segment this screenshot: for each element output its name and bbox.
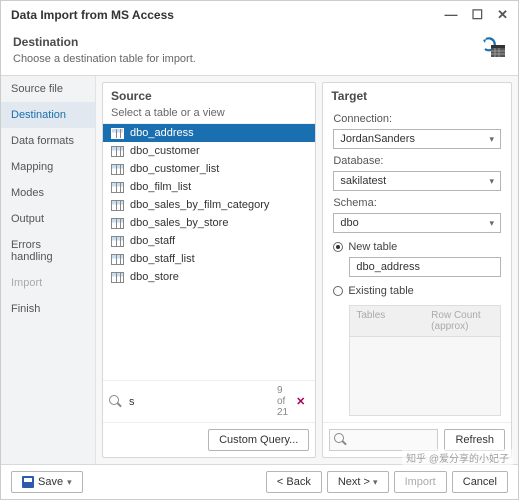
new-table-radio[interactable]: New table <box>333 241 501 253</box>
search-icon <box>334 433 348 447</box>
list-item-label: dbo_film_list <box>130 181 191 193</box>
chevron-down-icon: ▾ <box>489 134 494 145</box>
list-item[interactable]: dbo_sales_by_store <box>103 214 315 232</box>
list-item-label: dbo_store <box>130 271 179 283</box>
table-icon <box>111 182 124 193</box>
table-icon <box>111 218 124 229</box>
connection-value: JordanSanders <box>340 133 415 145</box>
connection-label: Connection: <box>333 113 501 125</box>
source-search-row: 9 of 21 ✕ <box>103 381 315 422</box>
source-panel: Source Select a table or a view dbo_addr… <box>102 82 316 458</box>
list-item[interactable]: dbo_store <box>103 268 315 286</box>
schema-combo[interactable]: dbo ▾ <box>333 213 501 233</box>
save-label: Save <box>38 476 63 488</box>
list-item-label: dbo_staff_list <box>130 253 195 265</box>
list-item[interactable]: dbo_film_list <box>103 178 315 196</box>
target-panel: Target Connection: JordanSanders ▾ Datab… <box>322 82 512 458</box>
table-icon <box>111 236 124 247</box>
source-title: Source <box>103 83 315 105</box>
database-label: Database: <box>333 155 501 167</box>
table-icon <box>111 272 124 283</box>
sidebar-item-destination[interactable]: Destination <box>1 102 95 128</box>
target-body: Connection: JordanSanders ▾ Database: sa… <box>323 105 511 422</box>
grid-col-rowcount: Row Count (approx) <box>425 306 500 336</box>
target-title: Target <box>323 83 511 105</box>
source-list[interactable]: dbo_address dbo_customer dbo_customer_list… <box>103 123 315 380</box>
list-item[interactable]: dbo_staff <box>103 232 315 250</box>
close-icon[interactable]: ✕ <box>497 7 508 23</box>
clear-search-icon[interactable]: ✕ <box>292 395 309 408</box>
sidebar-item-data-formats[interactable]: Data formats <box>1 128 95 154</box>
save-button[interactable]: Save <box>11 471 83 493</box>
database-value: sakilatest <box>340 175 386 187</box>
list-item[interactable]: dbo_staff_list <box>103 250 315 268</box>
table-icon <box>111 200 124 211</box>
wizard-steps-sidebar: Source fileDestinationData formatsMappin… <box>1 76 96 464</box>
maximize-icon[interactable]: ☐ <box>471 7 483 23</box>
new-table-label: New table <box>348 241 397 253</box>
source-footer: 9 of 21 ✕ Custom Query... <box>103 380 315 457</box>
existing-table-radio[interactable]: Existing table <box>333 285 501 297</box>
search-icon <box>109 395 123 409</box>
table-icon <box>111 164 124 175</box>
existing-table-grid: Tables Row Count (approx) <box>349 305 501 416</box>
custom-query-button[interactable]: Custom Query... <box>208 429 309 451</box>
list-item-label: dbo_customer <box>130 145 200 157</box>
chevron-down-icon: ▾ <box>489 218 494 229</box>
import-button[interactable]: Import <box>394 471 447 493</box>
window-title: Data Import from MS Access <box>11 8 174 22</box>
source-search-count: 9 of 21 <box>277 385 288 418</box>
radio-icon <box>333 286 343 296</box>
sidebar-item-finish[interactable]: Finish <box>1 296 95 322</box>
list-item[interactable]: dbo_customer_list <box>103 160 315 178</box>
source-search-input[interactable] <box>127 394 273 410</box>
list-item-label: dbo_staff <box>130 235 175 247</box>
existing-table-label: Existing table <box>348 285 413 297</box>
sidebar-item-errors-handling[interactable]: Errors handling <box>1 232 95 270</box>
body: Source fileDestinationData formatsMappin… <box>1 76 518 464</box>
window: Data Import from MS Access — ☐ ✕ Destina… <box>0 0 519 500</box>
database-combo[interactable]: sakilatest ▾ <box>333 171 501 191</box>
schema-label: Schema: <box>333 197 501 209</box>
list-item-label: dbo_customer_list <box>130 163 219 175</box>
grid-col-tables: Tables <box>350 306 425 336</box>
save-icon <box>22 476 34 488</box>
chevron-down-icon: ▾ <box>489 176 494 187</box>
next-button[interactable]: Next > <box>327 471 389 493</box>
list-item[interactable]: dbo_sales_by_film_category <box>103 196 315 214</box>
list-item-label: dbo_address <box>130 127 194 139</box>
list-item[interactable]: dbo_customer <box>103 142 315 160</box>
sidebar-item-source-file[interactable]: Source file <box>1 76 95 102</box>
titlebar: Data Import from MS Access — ☐ ✕ <box>1 1 518 29</box>
cancel-button[interactable]: Cancel <box>452 471 508 493</box>
target-search-input[interactable] <box>329 429 438 451</box>
page-desc: Choose a destination table for import. <box>13 53 196 65</box>
refresh-button[interactable]: Refresh <box>444 429 505 451</box>
new-table-input[interactable]: dbo_address <box>349 257 501 277</box>
main-area: Source Select a table or a view dbo_addr… <box>96 76 518 464</box>
table-icon <box>111 254 124 265</box>
subheader: Destination Choose a destination table f… <box>1 29 518 76</box>
sidebar-item-modes[interactable]: Modes <box>1 180 95 206</box>
window-controls: — ☐ ✕ <box>444 7 508 23</box>
import-icon <box>480 35 506 59</box>
radio-icon <box>333 242 343 252</box>
watermark: 知乎 @爱分享的小妃子 <box>402 449 513 466</box>
list-item-label: dbo_sales_by_film_category <box>130 199 269 211</box>
minimize-icon[interactable]: — <box>444 7 457 23</box>
footer: Save < Back Next > Import Cancel <box>1 464 518 499</box>
connection-combo[interactable]: JordanSanders ▾ <box>333 129 501 149</box>
list-item[interactable]: dbo_address <box>103 124 315 142</box>
table-icon <box>111 146 124 157</box>
source-subtitle: Select a table or a view <box>103 105 315 123</box>
sidebar-item-mapping[interactable]: Mapping <box>1 154 95 180</box>
sidebar-item-output[interactable]: Output <box>1 206 95 232</box>
table-icon <box>111 128 124 139</box>
list-item-label: dbo_sales_by_store <box>130 217 228 229</box>
page-heading: Destination <box>13 35 196 49</box>
schema-value: dbo <box>340 217 358 229</box>
sidebar-item-import: Import <box>1 270 95 296</box>
back-button[interactable]: < Back <box>266 471 322 493</box>
